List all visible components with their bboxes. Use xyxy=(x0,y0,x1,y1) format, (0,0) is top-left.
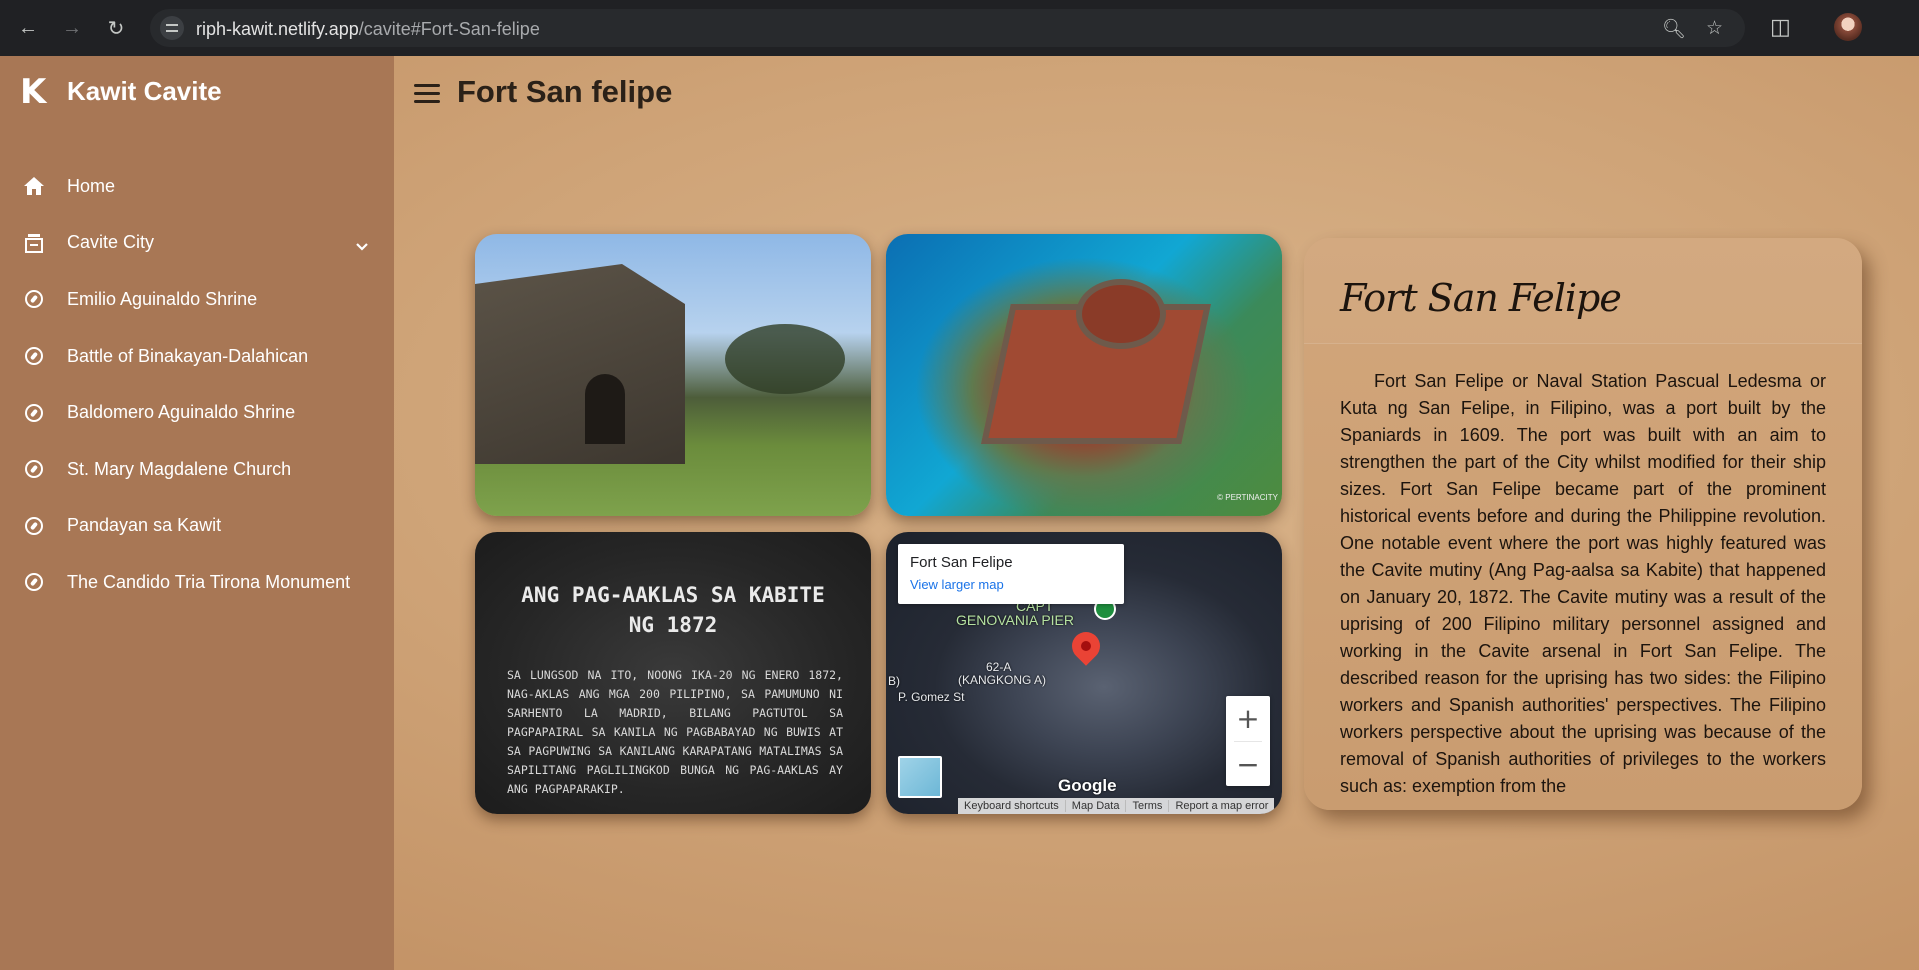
forward-button[interactable]: → xyxy=(56,12,88,44)
sidebar-item-label: Cavite City xyxy=(67,232,155,253)
fort-tower-shape xyxy=(1076,279,1166,349)
reload-icon: ↻ xyxy=(107,17,125,40)
profile-avatar[interactable] xyxy=(1834,13,1862,41)
url-text: riph-kawit.netlify.app/cavite#Fort-San-f… xyxy=(196,19,540,40)
sidebar-item-label: The Candido Tria Tirona Monument xyxy=(67,571,351,592)
map-footer: Keyboard shortcuts Map Data Terms Report… xyxy=(958,798,1275,814)
sidebar: K Kawit Cavite Home Cavite City Emilio A… xyxy=(0,56,394,970)
compass-icon-shape xyxy=(25,290,43,309)
historical-plaque-photo: ANG PAG-AAKLAS SA KABITE NG 1872 SA LUNG… xyxy=(475,532,871,814)
sidebar-item-label: Emilio Aguinaldo Shrine xyxy=(67,288,258,309)
sidebar-item-label: Pandayan sa Kawit xyxy=(67,515,222,536)
compass-icon xyxy=(22,287,46,311)
extensions-icon[interactable]: ◫ xyxy=(1770,14,1791,40)
sidebar-item-cavite-city[interactable]: Cavite City xyxy=(0,215,394,272)
back-arrow-icon: ← xyxy=(18,16,38,39)
compass-icon-shape xyxy=(25,573,43,592)
sidebar-menu: Home Cavite City Emilio Aguinaldo Shrine… xyxy=(0,158,394,611)
tree-shape xyxy=(725,324,845,394)
compass-icon-shape xyxy=(25,460,43,479)
sidebar-item-battle-of-binakayan[interactable]: Battle of Binakayan-Dalahican xyxy=(0,328,394,385)
chevron-down-icon[interactable] xyxy=(356,235,368,256)
hamburger-menu-icon[interactable] xyxy=(414,84,440,104)
bookmark-star-icon[interactable]: ☆ xyxy=(1706,17,1723,40)
map-place-card: Fort San Felipe View larger map xyxy=(898,544,1124,604)
sidebar-item-label: St. Mary Magdalene Church xyxy=(67,458,292,479)
report-map-error-link[interactable]: Report a map error xyxy=(1168,800,1274,812)
info-title: Fort San Felipe xyxy=(1340,276,1622,320)
compass-icon xyxy=(22,570,46,594)
sidebar-item-label: Baldomero Aguinaldo Shrine xyxy=(67,402,296,423)
zoom-icon[interactable]: 🔍︎ xyxy=(1662,17,1686,41)
terms-link[interactable]: Terms xyxy=(1125,800,1168,812)
fort-gate-shape xyxy=(585,374,625,444)
map-label-kangkong: (KANGKONG A) xyxy=(958,673,1047,687)
sidebar-item-label: Battle of Binakayan-Dalahican xyxy=(67,345,309,366)
building-icon xyxy=(22,231,46,255)
zoom-in-button[interactable]: + xyxy=(1226,696,1270,741)
view-larger-map-link[interactable]: View larger map xyxy=(910,577,1004,592)
map-label-62a: 62-A xyxy=(986,660,1012,674)
sidebar-item-label: Home xyxy=(67,175,116,196)
info-body: Fort San Felipe or Naval Station Pascual… xyxy=(1340,371,1826,796)
site-settings-icon[interactable] xyxy=(160,16,184,40)
sidebar-item-pandayan-sa-kawit[interactable]: Pandayan sa Kawit xyxy=(0,498,394,555)
plaque-title: ANG PAG-AAKLAS SA KABITE NG 1872 xyxy=(475,580,871,640)
plaque-body: SA LUNGSOD NA ITO, NOONG IKA-20 NG ENERO… xyxy=(507,668,843,796)
compass-icon xyxy=(22,344,46,368)
compass-icon xyxy=(22,401,46,425)
info-card: Fort San Felipe Fort San Felipe or Naval… xyxy=(1304,238,1862,810)
compass-icon-shape xyxy=(25,516,43,535)
back-button[interactable]: ← xyxy=(12,12,44,44)
keyboard-shortcuts-link[interactable]: Keyboard shortcuts xyxy=(958,800,1065,812)
map-label-pier: GENOVANIA PIER xyxy=(956,612,1074,628)
sidebar-item-emilio-aguinaldo-shrine[interactable]: Emilio Aguinaldo Shrine xyxy=(0,271,394,328)
brand-name[interactable]: Kawit Cavite xyxy=(67,76,222,107)
browser-toolbar: ← → ↻ riph-kawit.netlify.app/cavite#Fort… xyxy=(0,0,1919,56)
map-type-toggle[interactable] xyxy=(898,756,942,798)
compass-icon xyxy=(22,457,46,481)
fort-gate-photo xyxy=(475,234,871,516)
fort-aerial-photo: © PERTINACITY xyxy=(886,234,1282,516)
fort-wall-shape xyxy=(475,264,685,464)
page-title: Fort San felipe xyxy=(457,74,673,109)
sidebar-item-home[interactable]: Home xyxy=(0,158,394,215)
plaque-title-line-2: NG 1872 xyxy=(628,613,718,637)
location-pin-icon[interactable] xyxy=(1066,626,1106,666)
sidebar-item-baldomero-aguinaldo-shrine[interactable]: Baldomero Aguinaldo Shrine xyxy=(0,384,394,441)
url-host: riph-kawit.netlify.app xyxy=(196,19,359,39)
forward-arrow-icon: → xyxy=(62,16,82,39)
reload-button[interactable]: ↻ xyxy=(100,12,132,44)
photo-credit: © PERTINACITY xyxy=(1217,493,1278,502)
compass-icon-shape xyxy=(25,403,43,422)
sidebar-item-candido-tria-tirona-monument[interactable]: The Candido Tria Tirona Monument xyxy=(0,554,394,611)
map-zoom-controls: + − xyxy=(1226,696,1270,786)
page: K Kawit Cavite Home Cavite City Emilio A… xyxy=(0,56,1919,970)
url-path: /cavite#Fort-San-felipe xyxy=(358,19,540,39)
brand-logo[interactable]: K xyxy=(20,72,46,112)
map-place-name: Fort San Felipe xyxy=(910,554,1013,571)
home-icon xyxy=(22,174,46,198)
compass-icon xyxy=(22,514,46,538)
google-logo: Google xyxy=(1058,776,1117,795)
plaque-title-line-1: ANG PAG-AAKLAS SA KABITE xyxy=(521,583,825,607)
zoom-out-button[interactable]: − xyxy=(1226,742,1270,787)
embedded-map[interactable]: GENOVANIA PIER CAPT 62-A (KANGKONG A) P.… xyxy=(886,532,1282,814)
map-label-b: B) xyxy=(888,674,900,688)
compass-icon-shape xyxy=(25,347,43,366)
map-label-gomez: P. Gomez St xyxy=(898,690,965,704)
address-bar[interactable]: riph-kawit.netlify.app/cavite#Fort-San-f… xyxy=(150,9,1745,47)
sidebar-item-st-mary-magdalene-church[interactable]: St. Mary Magdalene Church xyxy=(0,441,394,498)
map-data-link[interactable]: Map Data xyxy=(1064,800,1126,812)
